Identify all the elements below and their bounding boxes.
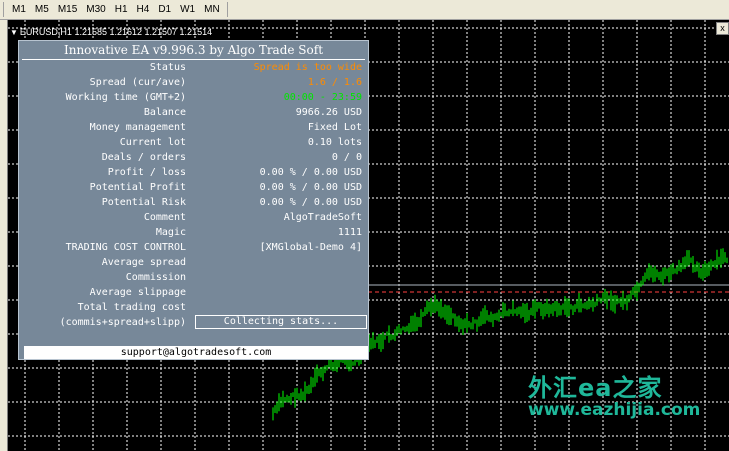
ea-row: Balance 9966.26 USD [19,105,368,120]
ea-row-label: (commis+spread+slipp) [59,317,186,328]
ea-row: Spread (cur/ave) 1.6 / 1.6 [19,75,368,90]
ea-row: Average spread [19,255,368,270]
ea-row-label: Deals / orders [101,152,186,163]
timeframe-button-d1[interactable]: D1 [154,1,175,18]
ea-row: Deals / orders 0 / 0 [19,150,368,165]
ea-row: Current lot 0.10 lots [19,135,368,150]
timeframe-button-m1[interactable]: M1 [8,1,30,18]
ea-row: Average slippage [19,285,368,300]
ea-row-label: Total trading cost [77,302,186,313]
ea-row-value: 0.00 % / 0.00 USD [259,182,362,193]
ea-row: Status Spread is too wide [19,60,368,75]
ea-row-label: Average slippage [89,287,186,298]
ea-row-label: Balance [143,107,186,118]
ea-row-label: Status [149,62,186,73]
ea-row-label: Magic [155,227,186,238]
ea-row-value: 1111 [337,227,362,238]
watermark-chinese: 外汇ea之家 [528,374,663,402]
chart-symbol-label: ▼ EURUSD,H1 1.21585 1.21612 1.21507 1.215… [10,27,212,37]
ea-row-value: 1.6 / 1.6 [307,77,362,88]
ea-row-label: Working time (GMT+2) [65,92,186,103]
watermark-url: www.eazhijia.com [528,400,701,420]
ea-row-value: 0.10 lots [307,137,362,148]
ea-row-label: Potential Risk [101,197,186,208]
timeframe-button-m30[interactable]: M30 [82,1,109,18]
left-gutter [0,20,8,451]
ea-row-label: Comment [143,212,186,223]
ea-row: Working time (GMT+2) 00:00 - 23:59 [19,90,368,105]
timeframe-button-h4[interactable]: H4 [133,1,154,18]
timeframe-toolbar: M1 M5 M15 M30 H1 H4 D1 W1 MN [0,0,729,20]
support-email[interactable]: support@algotradesoft.com [24,346,368,359]
timeframe-button-h1[interactable]: H1 [111,1,132,18]
ea-row-label: Spread (cur/ave) [89,77,186,88]
ea-row: Potential Risk 0.00 % / 0.00 USD [19,195,368,210]
timeframe-button-m5[interactable]: M5 [31,1,53,18]
ea-row-value: 0.00 % / 0.00 USD [259,167,362,178]
toolbar-separator [226,2,228,17]
ea-row-value: Spread is too wide [253,62,362,73]
ea-row: Commission [19,270,368,285]
ea-row: Potential Profit 0.00 % / 0.00 USD [19,180,368,195]
ea-info-panel: Innovative EA v9.996.3 by Algo Trade Sof… [18,40,369,360]
ea-row: TRADING COST CONTROL [XMGlobal-Demo 4] [19,240,368,255]
timeframe-button-mn[interactable]: MN [200,1,224,18]
ea-row: Comment AlgoTradeSoft [19,210,368,225]
ea-row-label: Money management [89,122,186,133]
ea-row-label: Current lot [119,137,186,148]
ea-row-value: 9966.26 USD [295,107,362,118]
ea-row-label: Average spread [101,257,186,268]
collecting-stats-box: Collecting stats... [195,315,367,329]
ea-row: Profit / loss 0.00 % / 0.00 USD [19,165,368,180]
ea-row-value: 0.00 % / 0.00 USD [259,197,362,208]
toolbar-separator [3,2,4,17]
ea-row-value: 00:00 - 23:59 [283,92,362,103]
ea-row-label: Profit / loss [107,167,186,178]
ea-row-label: Commission [125,272,186,283]
ea-title: Innovative EA v9.996.3 by Algo Trade Sof… [63,43,324,57]
symbol-name: EURUSD,H1 [19,27,72,37]
ea-row-value: 0 / 0 [331,152,362,163]
quote-values: 1.21585 1.21612 1.21507 1.21514 [74,27,213,37]
ea-row-value: AlgoTradeSoft [283,212,362,223]
ea-row: Total trading cost [19,300,368,315]
ea-row: Money management Fixed Lot [19,120,368,135]
close-icon[interactable]: x [716,22,729,35]
ea-row: Magic 1111 [19,225,368,240]
ea-row-label: TRADING COST CONTROL [65,242,186,253]
ea-row-label: Potential Profit [89,182,186,193]
timeframe-button-m15[interactable]: M15 [54,1,81,18]
ea-row-value: [XMGlobal-Demo 4] [259,242,362,253]
dropdown-triangle-icon: ▼ [10,28,18,37]
ea-row-value: Fixed Lot [307,122,362,133]
timeframe-button-w1[interactable]: W1 [176,1,199,18]
